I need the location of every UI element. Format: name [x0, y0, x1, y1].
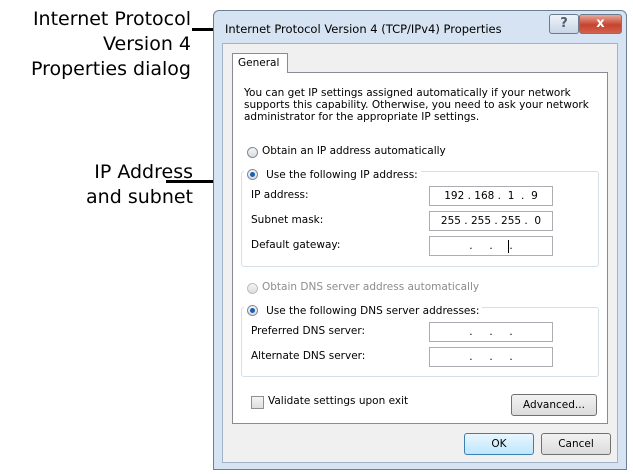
use-ip-label[interactable]: Use the following IP address: — [266, 169, 418, 181]
alternate-dns-label: Alternate DNS server: — [251, 350, 366, 362]
subnet-mask-label: Subnet mask: — [251, 214, 324, 226]
cancel-button-label: Cancel — [558, 438, 594, 450]
preferred-dns-label: Preferred DNS server: — [251, 325, 366, 337]
ip-callout: IP Address and subnet — [0, 160, 193, 210]
use-dns-radio[interactable] — [247, 305, 258, 316]
default-gateway-field[interactable]: . . . — [429, 236, 553, 256]
dialog-client-area: General You can get IP settings assigned… — [222, 43, 618, 463]
callout-line-text: IP Address — [94, 161, 193, 183]
obtain-dns-auto-label[interactable]: Obtain DNS server address automatically — [262, 281, 479, 293]
default-gateway-label: Default gateway: — [251, 239, 341, 251]
close-button[interactable]: x — [579, 14, 622, 34]
tab-label: General — [238, 57, 280, 69]
obtain-ip-auto-label[interactable]: Obtain an IP address automatically — [262, 145, 446, 157]
callout-line-text: Internet Protocol — [32, 8, 191, 30]
alternate-dns-value: . . . — [459, 351, 523, 363]
cancel-button[interactable]: Cancel — [541, 433, 611, 455]
default-gateway-value: . . . — [459, 240, 523, 252]
preferred-dns-value: . . . — [459, 326, 523, 338]
ipv4-properties-dialog: Internet Protocol Version 4 (TCP/IPv4) P… — [213, 10, 627, 470]
title-bar[interactable]: Internet Protocol Version 4 (TCP/IPv4) P… — [214, 11, 626, 41]
dialog-callout: Internet Protocol Version 4 Properties d… — [0, 7, 191, 82]
ip-address-field[interactable]: 192 . 168 . 1 . 9 — [429, 186, 553, 206]
help-icon: ? — [560, 16, 568, 31]
use-dns-option: Use the following DNS server addresses: — [244, 300, 483, 319]
obtain-dns-auto-radio[interactable] — [247, 283, 258, 294]
help-button[interactable]: ? — [549, 14, 579, 34]
subnet-mask-field[interactable]: 255 . 255 . 255 . 0 — [429, 211, 553, 231]
callout-line-text: Version 4 — [103, 33, 191, 55]
tab-general[interactable]: General — [232, 53, 288, 73]
callout-line-text: Properties dialog — [30, 58, 191, 80]
use-ip-option: Use the following IP address: — [244, 164, 421, 183]
advanced-button-label: Advanced... — [523, 399, 585, 411]
close-icon: x — [596, 16, 605, 31]
general-tab-page: You can get IP settings assigned automat… — [232, 72, 608, 424]
text-caret — [508, 240, 509, 253]
dialog-title: Internet Protocol Version 4 (TCP/IPv4) P… — [225, 22, 502, 36]
advanced-button[interactable]: Advanced... — [511, 394, 597, 416]
ok-button[interactable]: OK — [464, 433, 534, 455]
ip-address-label: IP address: — [251, 189, 309, 201]
ip-address-value: 192 . 168 . 1 . 9 — [444, 190, 538, 202]
obtain-ip-auto-radio[interactable] — [247, 147, 258, 158]
callout-line-text: and subnet — [86, 186, 193, 208]
validate-checkbox[interactable] — [251, 396, 264, 409]
alternate-dns-field[interactable]: . . . — [429, 347, 553, 367]
ok-button-label: OK — [491, 438, 507, 450]
subnet-mask-value: 255 . 255 . 255 . 0 — [440, 215, 542, 227]
preferred-dns-field[interactable]: . . . — [429, 322, 553, 342]
use-dns-label[interactable]: Use the following DNS server addresses: — [266, 305, 479, 317]
validate-label[interactable]: Validate settings upon exit — [268, 395, 408, 407]
use-ip-radio[interactable] — [247, 169, 258, 180]
description-text: You can get IP settings assigned automat… — [244, 87, 589, 123]
